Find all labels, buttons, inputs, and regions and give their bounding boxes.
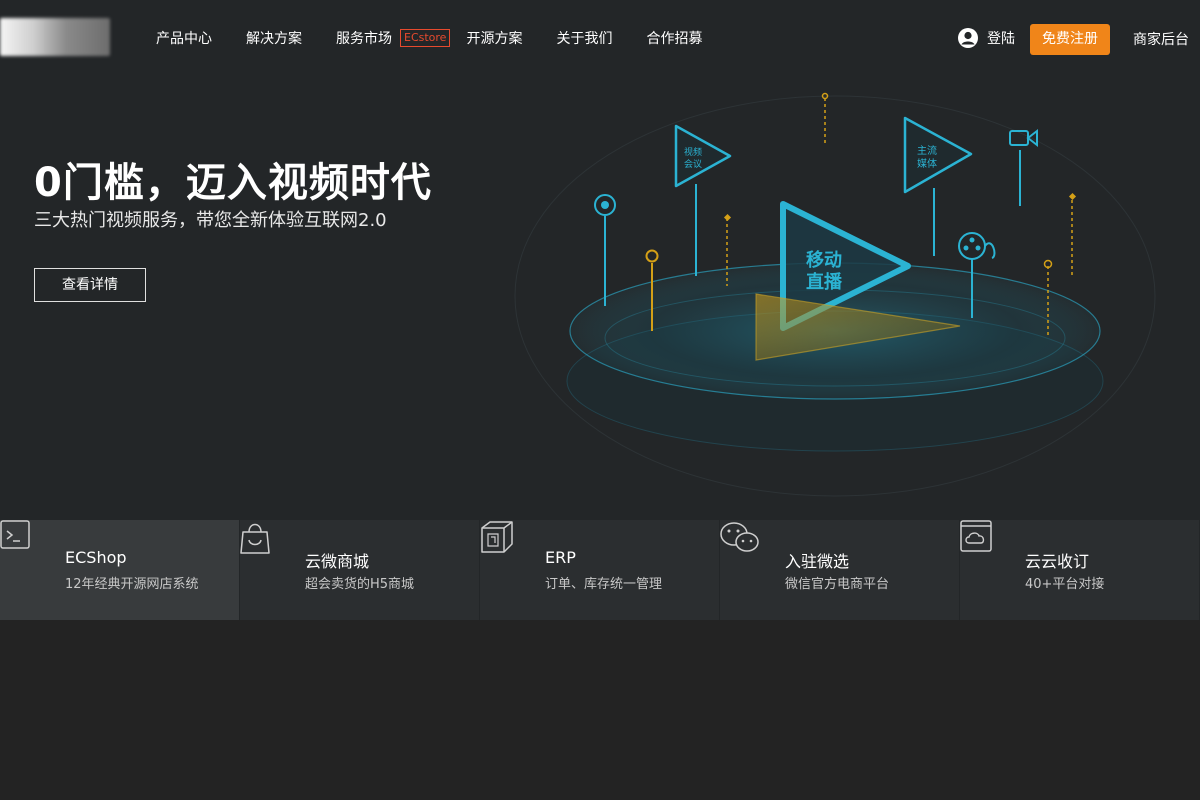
film-reel-icon <box>958 232 986 260</box>
view-details-button[interactable]: 查看详情 <box>34 268 146 302</box>
cube-icon <box>481 521 513 553</box>
login-label: 登陆 <box>987 31 1015 47</box>
film-tail <box>984 242 996 259</box>
nav-item-open-source[interactable]: 开源方案 <box>466 28 522 48</box>
webcam-lens <box>601 201 609 209</box>
product-desc: 微信官方电商平台 <box>785 577 890 592</box>
product-card-erp[interactable]: ERP 订单、库存统一管理 <box>480 520 720 620</box>
product-name: 云微商城 <box>305 552 370 571</box>
logo[interactable] <box>0 18 110 56</box>
ecstore-badge[interactable]: ECstore <box>400 29 451 47</box>
product-name: 云云收订 <box>1025 552 1090 571</box>
main-nav: 产品中心 解决方案 服务市场 ECstore 开源方案 关于我们 合作招募 <box>156 0 736 76</box>
hero-title: 0门槛，迈入视频时代 <box>34 160 432 206</box>
shopping-bag-icon <box>240 523 270 554</box>
product-card-weixuan[interactable]: 入驻微选 微信官方电商平台 <box>720 520 960 620</box>
wechat-icon <box>720 522 759 552</box>
product-card-weishop[interactable]: 云微商城 超会卖货的H5商城 <box>240 520 480 620</box>
reel-hole <box>969 237 975 243</box>
camera-icon <box>1009 130 1029 146</box>
media-label-2: 媒体 <box>917 158 937 170</box>
mobile-live-label-1: 移动 <box>806 249 842 271</box>
nav-item-partners[interactable]: 合作招募 <box>646 28 702 48</box>
node-dot <box>645 249 659 263</box>
nav-label: 产品中心 <box>156 31 212 47</box>
nav-item-about[interactable]: 关于我们 <box>556 28 612 48</box>
nav-label: 开源方案 <box>466 31 523 47</box>
product-name: 入驻微选 <box>785 552 850 571</box>
login-link[interactable]: 登陆 <box>958 28 1015 48</box>
nav-label: 服务市场 <box>336 31 392 47</box>
product-desc: 超会卖货的H5商城 <box>305 577 415 592</box>
product-desc: 订单、库存统一管理 <box>545 577 663 592</box>
product-bar: ECShop 12年经典开源网店系统 云微商城 超会卖货的H5商城 ERP 订单… <box>0 520 1200 620</box>
cloud-box-icon <box>960 520 992 552</box>
nav-item-solutions[interactable]: 解决方案 <box>246 28 302 48</box>
terminal-icon <box>0 520 30 549</box>
camera-lens-icon <box>1026 128 1038 148</box>
media-play-icon <box>903 116 973 194</box>
product-name: ECShop <box>65 548 127 567</box>
nav-item-market[interactable]: 服务市场 ECstore <box>336 28 451 48</box>
nav-item-products[interactable]: 产品中心 <box>156 28 212 48</box>
product-card-yunyun[interactable]: 云云收订 40+平台对接 <box>960 520 1200 620</box>
hero-banner: 0门槛，迈入视频时代 三大热门视频服务，带您全新体验互联网2.0 查看详情 视频… <box>0 76 1200 520</box>
page-bottom-area <box>0 620 1200 800</box>
merchant-backend-link[interactable]: 商家后台 <box>1133 29 1189 49</box>
product-desc: 12年经典开源网店系统 <box>65 577 199 592</box>
video-meeting-label-1: 视频 <box>684 146 702 158</box>
nav-label: 关于我们 <box>556 31 613 47</box>
video-services-illustration: 视频 会议 主流 媒体 移动 直播 <box>514 92 1156 497</box>
node-diamond <box>723 213 732 222</box>
reel-hole <box>975 245 981 251</box>
video-meeting-label-2: 会议 <box>684 158 702 170</box>
top-header: 产品中心 解决方案 服务市场 ECstore 开源方案 关于我们 合作招募 登陆 … <box>0 0 1200 76</box>
nav-label: 合作招募 <box>646 31 703 47</box>
hero-subtitle: 三大热门视频服务，带您全新体验互联网2.0 <box>34 210 387 231</box>
product-card-ecshop[interactable]: ECShop 12年经典开源网店系统 <box>0 520 240 620</box>
mobile-live-label-2: 直播 <box>806 271 843 293</box>
user-icon <box>958 28 978 48</box>
node-diamond <box>1068 192 1077 201</box>
nav-label: 解决方案 <box>246 31 302 47</box>
reel-hole <box>963 245 969 251</box>
media-label-1: 主流 <box>917 144 937 157</box>
product-name: ERP <box>545 548 576 567</box>
page: 产品中心 解决方案 服务市场 ECstore 开源方案 关于我们 合作招募 登陆 … <box>0 0 1200 800</box>
register-button[interactable]: 免费注册 <box>1030 24 1110 55</box>
product-desc: 40+平台对接 <box>1025 577 1105 592</box>
